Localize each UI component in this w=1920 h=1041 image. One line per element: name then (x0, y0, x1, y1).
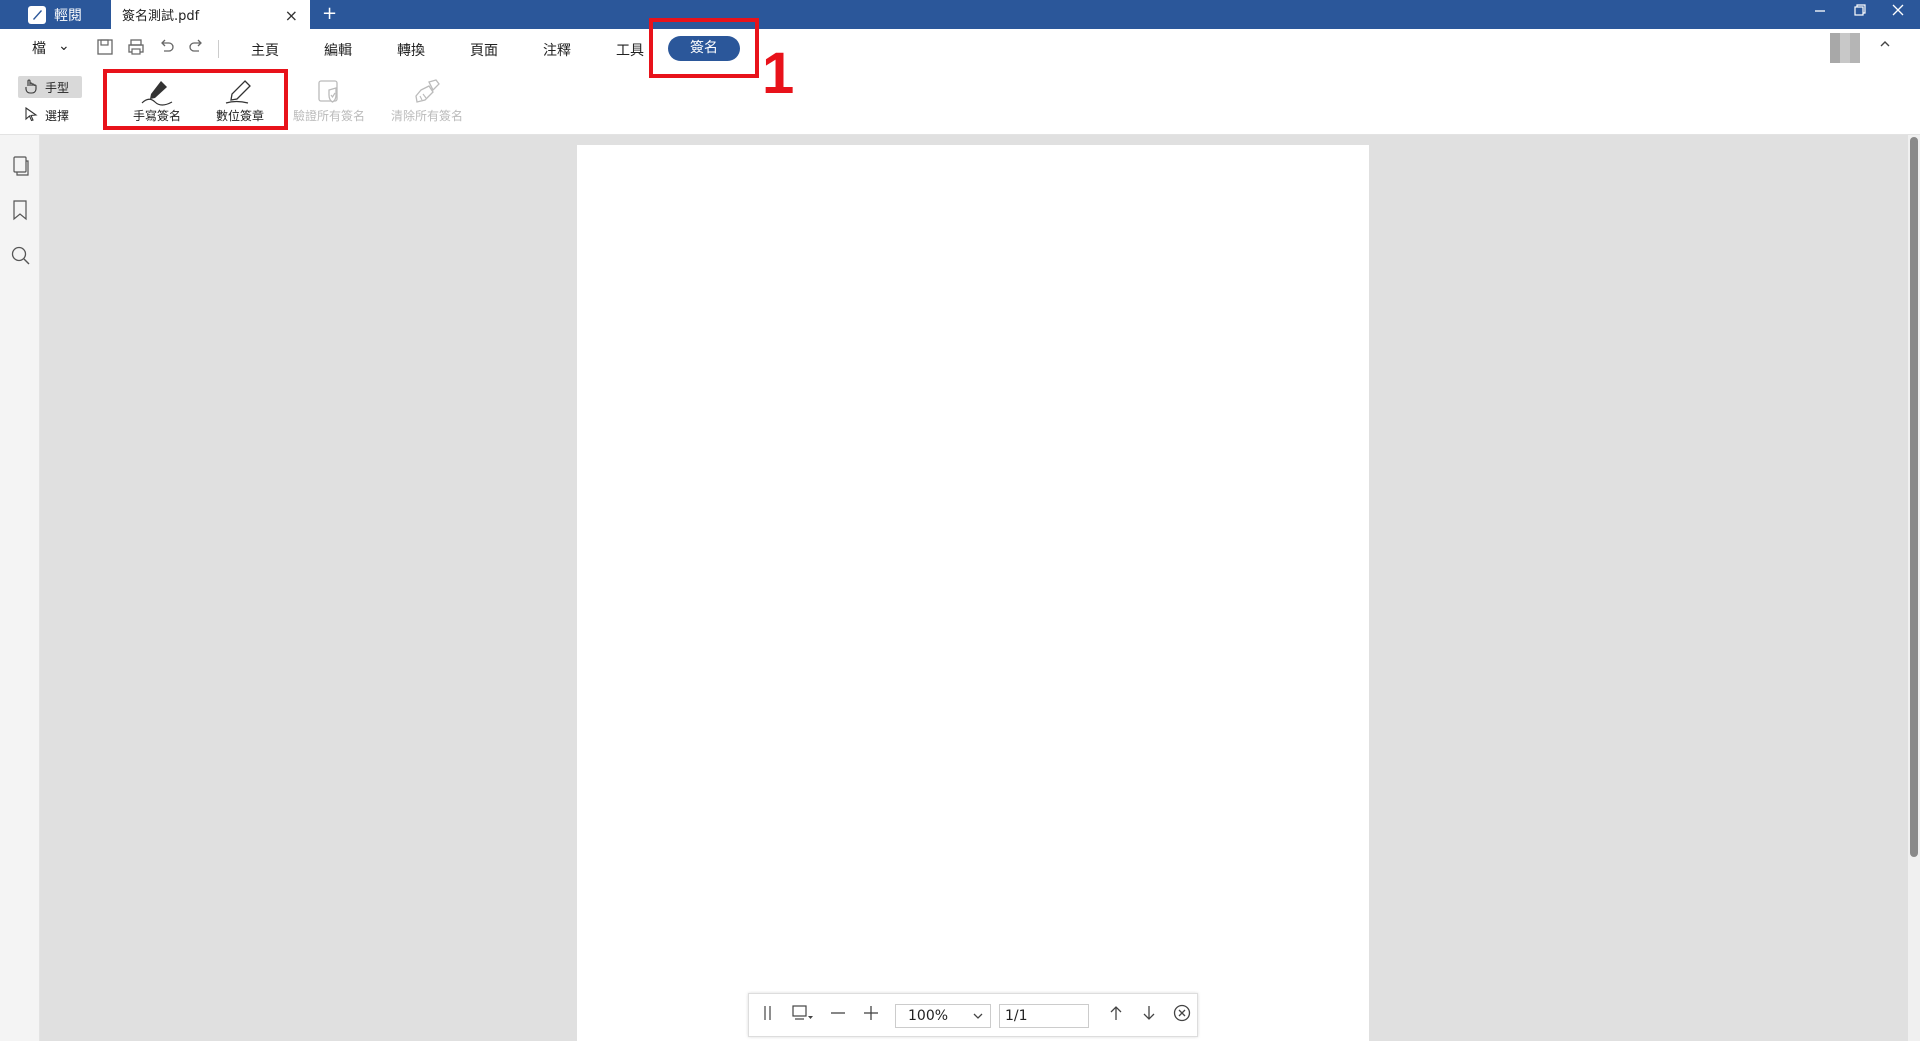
app-name: 輕閱 (54, 7, 82, 24)
page-number-value: 1/1 (1005, 1008, 1028, 1024)
close-circle-icon[interactable] (1173, 1004, 1191, 1026)
display-mode-icon[interactable] (791, 1004, 815, 1026)
cursor-icon (23, 106, 39, 125)
menu-tools[interactable]: 工具 (616, 40, 644, 60)
avatar[interactable] (1830, 33, 1860, 63)
print-icon[interactable] (127, 38, 147, 58)
menu-convert[interactable]: 轉換 (397, 40, 425, 60)
ribbon: 手型 選擇 手寫簽名 數位簽章 驗證所有簽名 清除所有簽名 (0, 69, 1920, 135)
minimize-icon[interactable] (1800, 3, 1840, 21)
two-page-view-icon[interactable] (761, 1004, 775, 1026)
select-mode-button[interactable]: 選擇 (18, 104, 82, 126)
chevron-down-icon: ⌄ (58, 38, 70, 54)
hand-mode-label: 手型 (45, 80, 70, 95)
select-mode-label: 選擇 (45, 108, 70, 123)
collapse-ribbon-icon[interactable] (1878, 37, 1892, 55)
menu-bar: 檔 ⌄ 主頁 編輯 轉換 頁面 注釋 工具 簽名 (0, 29, 1920, 69)
file-menu-label: 檔 (32, 41, 46, 57)
shield-doc-icon (289, 77, 369, 107)
restore-icon[interactable] (1840, 3, 1880, 21)
verify-all-label: 驗證所有簽名 (292, 109, 365, 123)
close-window-icon[interactable] (1878, 3, 1918, 21)
pages-icon[interactable] (9, 155, 31, 177)
menu-edit[interactable]: 編輯 (324, 40, 352, 60)
menu-page[interactable]: 頁面 (470, 40, 498, 60)
zoom-out-icon[interactable] (829, 1004, 847, 1026)
bottom-nav-bar: 100% 1/1 (748, 993, 1198, 1037)
bookmark-icon[interactable] (9, 199, 31, 221)
title-bar: 輕閱 簽名測試.pdf × + (0, 0, 1920, 29)
menu-home[interactable]: 主頁 (251, 40, 279, 60)
highlight-box-signature-tools (103, 69, 288, 130)
app-logo-icon (28, 5, 46, 24)
search-icon[interactable] (9, 244, 31, 266)
undo-icon[interactable] (158, 38, 178, 58)
zoom-value: 100% (908, 1008, 949, 1024)
document-tab[interactable]: 簽名測試.pdf × (111, 0, 310, 29)
file-menu[interactable]: 檔 ⌄ (32, 38, 70, 58)
brush-icon (387, 77, 467, 107)
arrow-down-icon[interactable] (1140, 1004, 1158, 1026)
zoom-in-icon[interactable] (862, 1004, 880, 1026)
left-sidebar (0, 135, 40, 1041)
arrow-up-icon[interactable] (1107, 1004, 1125, 1026)
menu-annotate[interactable]: 注釋 (543, 40, 571, 60)
hand-mode-button[interactable]: 手型 (18, 76, 82, 98)
chevron-down-icon (972, 1005, 984, 1034)
redo-icon[interactable] (187, 38, 207, 58)
vertical-scrollbar[interactable] (1908, 135, 1920, 1041)
new-tab-button[interactable]: + (322, 3, 337, 24)
step-number-1: 1 (762, 41, 795, 106)
clear-all-signatures-button[interactable]: 清除所有簽名 (387, 77, 467, 124)
hand-icon (23, 78, 39, 97)
app-tab[interactable]: 輕閱 (18, 0, 110, 29)
verify-all-signatures-button[interactable]: 驗證所有簽名 (289, 77, 369, 124)
page-number-input[interactable]: 1/1 (999, 1004, 1089, 1028)
zoom-select[interactable]: 100% (895, 1004, 991, 1028)
clear-all-label: 清除所有簽名 (390, 109, 463, 123)
scrollbar-thumb[interactable] (1910, 137, 1918, 857)
close-tab-icon[interactable]: × (285, 6, 298, 25)
pdf-page[interactable] (577, 145, 1369, 1041)
document-tab-label: 簽名測試.pdf (122, 9, 200, 24)
highlight-box-sign-tab (649, 18, 759, 78)
save-icon[interactable] (96, 38, 116, 58)
toolbar-divider (218, 40, 219, 58)
